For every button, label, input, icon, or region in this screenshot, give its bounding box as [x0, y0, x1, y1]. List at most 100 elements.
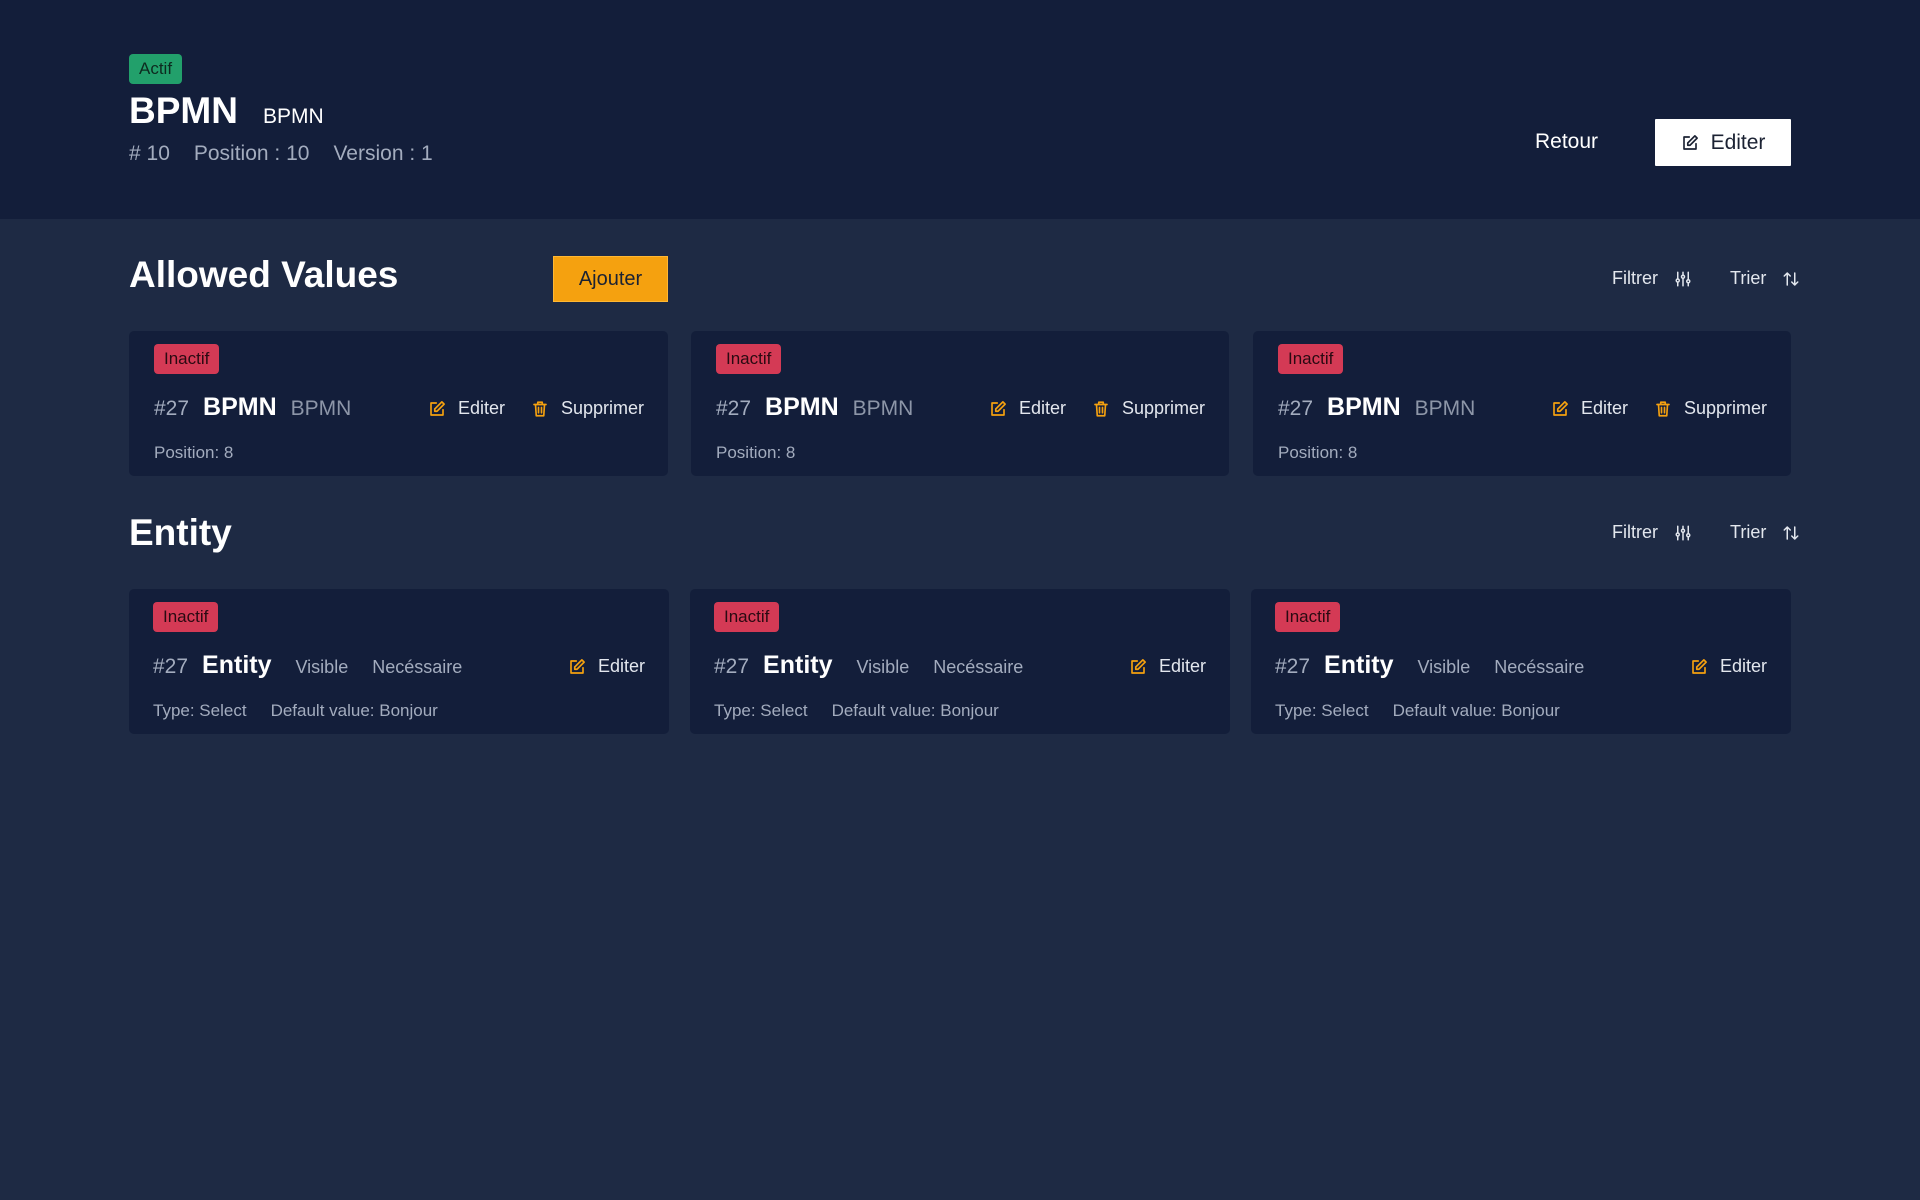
sort-arrows-icon: [1783, 525, 1799, 540]
filter-button[interactable]: Filtrer: [1612, 522, 1692, 543]
card-number: #27: [1275, 655, 1311, 678]
card-name: BPMN: [1327, 393, 1401, 421]
card-header: #27 BPMN BPMN: [154, 393, 351, 422]
entity-title: Entity: [129, 512, 232, 553]
status-badge: Inactif: [153, 602, 219, 632]
back-button[interactable]: Retour: [1535, 130, 1598, 154]
sliders-icon: [1675, 525, 1691, 540]
add-button[interactable]: Ajouter: [553, 256, 668, 302]
card-delete-label: Supprimer: [1121, 398, 1205, 418]
card-footer: Type: Select Default value: Bonjour: [714, 701, 999, 721]
card-number: #27: [716, 397, 752, 420]
card-actions: Editer: [1690, 656, 1767, 677]
card-footer: Position: 8: [154, 443, 233, 463]
trash-icon: [1656, 400, 1670, 417]
page-header: Actif BPMN BPMN # 10 Position : 10 Versi…: [0, 0, 1920, 219]
card-delete-label: Supprimer: [560, 398, 644, 418]
visible-flag: Visible: [856, 657, 910, 677]
card-edit-label: Editer: [1719, 656, 1767, 676]
card-header: #27 Entity Visible Necéssaire: [153, 651, 476, 680]
trash-icon: [1094, 400, 1108, 417]
card-header: #27 BPMN BPMN: [1278, 393, 1475, 422]
status-badge: Inactif: [1278, 344, 1344, 374]
required-flag: Necéssaire: [372, 657, 463, 677]
card-default-value: Default value: Bonjour: [831, 701, 999, 720]
status-badge: Inactif: [714, 602, 780, 632]
card-number: #27: [1278, 397, 1314, 420]
card-type: Type: Select: [1275, 701, 1369, 720]
card-footer: Type: Select Default value: Bonjour: [1275, 701, 1560, 721]
allowed-value-card: Inactif #27 BPMN BPMN Editer Supprimer P…: [129, 331, 668, 476]
card-number: #27: [154, 397, 190, 420]
filter-button[interactable]: Filtrer: [1612, 268, 1692, 289]
card-delete-button[interactable]: Supprimer: [531, 398, 644, 419]
card-edit-button[interactable]: Editer: [568, 656, 645, 677]
pencil-square-icon: [1692, 658, 1707, 674]
filter-label: Filtrer: [1612, 522, 1658, 542]
card-number: #27: [153, 655, 189, 678]
pencil-square-icon: [1131, 658, 1146, 674]
card-delete-button[interactable]: Supprimer: [1654, 398, 1767, 419]
pencil-square-icon: [1553, 400, 1568, 416]
sort-label: Trier: [1730, 268, 1767, 288]
card-name: BPMN: [203, 393, 277, 421]
card-header: #27 Entity Visible Necéssaire: [714, 651, 1037, 680]
sort-button[interactable]: Trier: [1730, 522, 1800, 543]
card-edit-button[interactable]: Editer: [989, 398, 1066, 419]
card-edit-label: Editer: [1158, 656, 1206, 676]
card-name: BPMN: [765, 393, 839, 421]
card-edit-button[interactable]: Editer: [1690, 656, 1767, 677]
edit-button[interactable]: Editer: [1655, 119, 1791, 166]
allowed-value-card: Inactif #27 BPMN BPMN Editer Supprimer P…: [1253, 331, 1791, 476]
card-actions: Editer Supprimer: [428, 398, 644, 419]
meta-id: # 10: [129, 142, 170, 165]
status-badge: Inactif: [154, 344, 220, 374]
status-badge: Inactif: [716, 344, 782, 374]
edit-button-label: Editer: [1710, 130, 1766, 154]
card-actions: Editer Supprimer: [1551, 398, 1767, 419]
card-code: BPMN: [852, 397, 914, 420]
card-edit-button[interactable]: Editer: [428, 398, 505, 419]
card-footer: Type: Select Default value: Bonjour: [153, 701, 438, 721]
card-code: BPMN: [1414, 397, 1476, 420]
sort-button[interactable]: Trier: [1730, 268, 1800, 289]
page-meta: # 10 Position : 10 Version : 1: [129, 142, 457, 166]
card-position: Position: 8: [1278, 443, 1358, 462]
title-row: BPMN BPMN: [129, 90, 324, 132]
visible-flag: Visible: [295, 657, 349, 677]
card-position: Position: 8: [716, 443, 796, 462]
card-code: BPMN: [290, 397, 352, 420]
card-delete-label: Supprimer: [1683, 398, 1767, 418]
card-actions: Editer: [568, 656, 645, 677]
sliders-icon: [1675, 271, 1691, 286]
status-badge: Inactif: [1275, 602, 1341, 632]
card-number: #27: [714, 655, 750, 678]
trash-icon: [533, 400, 547, 417]
card-name: Entity: [1324, 651, 1394, 679]
card-edit-button[interactable]: Editer: [1551, 398, 1628, 419]
card-actions: Editer: [1129, 656, 1206, 677]
meta-version: Version : 1: [333, 142, 433, 165]
page-title: BPMN: [129, 90, 238, 131]
card-type: Type: Select: [153, 701, 247, 720]
card-delete-button[interactable]: Supprimer: [1092, 398, 1205, 419]
entity-card: Inactif #27 Entity Visible Necéssaire Ed…: [1251, 589, 1791, 734]
page-subtitle: BPMN: [262, 105, 324, 128]
card-edit-label: Editer: [1580, 398, 1628, 418]
entity-card: Inactif #27 Entity Visible Necéssaire Ed…: [129, 589, 669, 734]
allowed-values-title: Allowed Values: [129, 254, 399, 295]
card-edit-button[interactable]: Editer: [1129, 656, 1206, 677]
allowed-value-card: Inactif #27 BPMN BPMN Editer Supprimer P…: [691, 331, 1229, 476]
card-actions: Editer Supprimer: [989, 398, 1205, 419]
card-type: Type: Select: [714, 701, 808, 720]
status-badge: Actif: [129, 54, 183, 84]
card-default-value: Default value: Bonjour: [270, 701, 438, 720]
card-header: #27 Entity Visible Necéssaire: [1275, 651, 1598, 680]
filter-label: Filtrer: [1612, 268, 1658, 288]
pencil-square-icon: [570, 658, 585, 674]
entity-tools: Filtrer Trier: [1612, 522, 1800, 543]
required-flag: Necéssaire: [933, 657, 1024, 677]
card-header: #27 BPMN BPMN: [716, 393, 913, 422]
card-footer: Position: 8: [716, 443, 795, 463]
card-name: Entity: [763, 651, 833, 679]
